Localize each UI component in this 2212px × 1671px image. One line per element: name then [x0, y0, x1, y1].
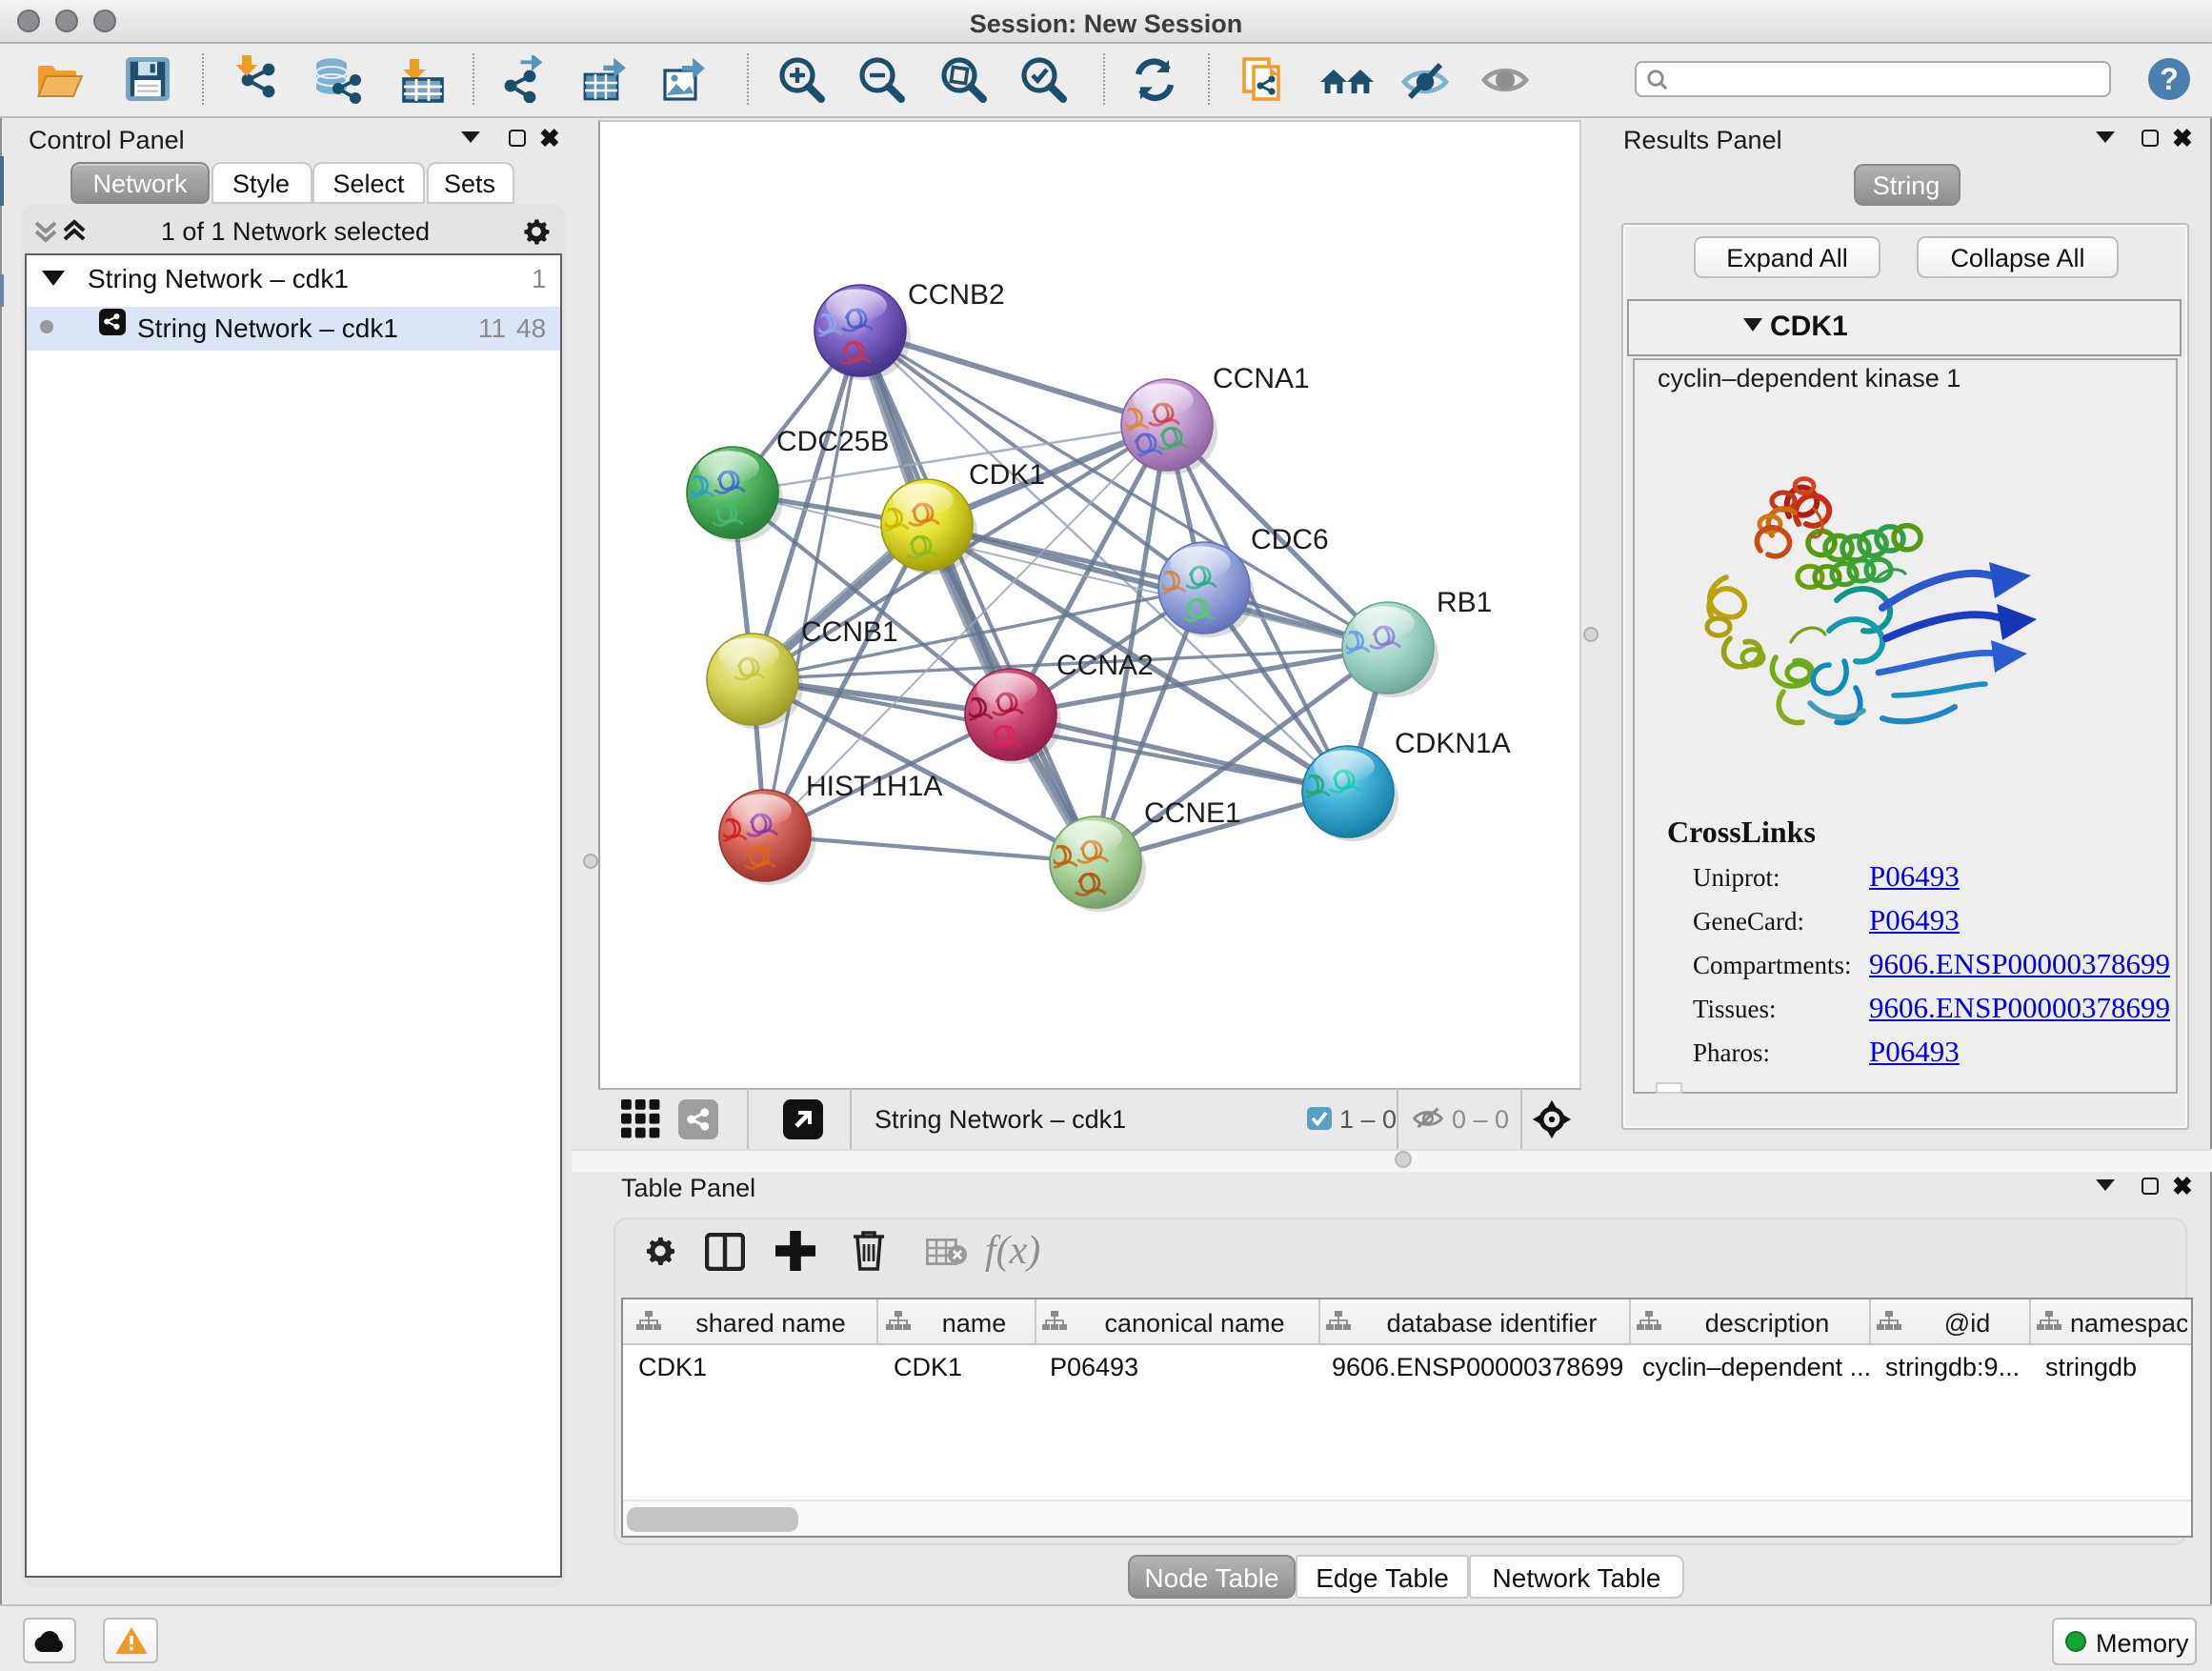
svg-text:?: ?: [2159, 62, 2178, 96]
svg-text:CDC25B: CDC25B: [776, 426, 889, 457]
svg-text:CDKN1A: CDKN1A: [1395, 728, 1511, 759]
svg-text:CCNA1: CCNA1: [1213, 363, 1310, 394]
svg-text:RB1: RB1: [1437, 587, 1492, 618]
svg-text:CCNB2: CCNB2: [908, 279, 1005, 311]
svg-text:HIST1H1A: HIST1H1A: [806, 771, 942, 802]
svg-text:CDK1: CDK1: [969, 459, 1045, 491]
svg-text:CCNE1: CCNE1: [1144, 797, 1241, 829]
svg-text:CDC6: CDC6: [1251, 524, 1329, 555]
svg-text:CCNB1: CCNB1: [801, 616, 898, 648]
svg-text:CCNA2: CCNA2: [1056, 650, 1154, 681]
